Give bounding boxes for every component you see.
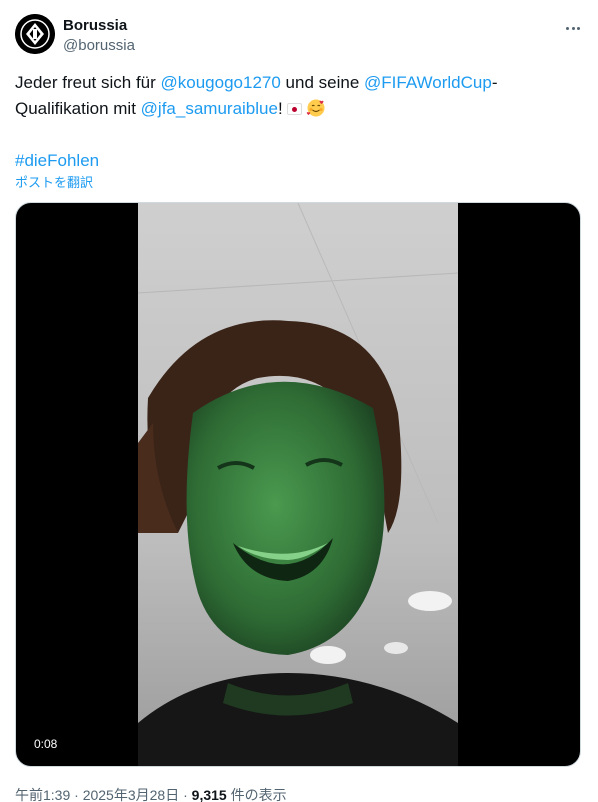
post-metadata: 午前1:39 · 2025年3月28日 · 9,315 件の表示: [15, 786, 287, 802]
video-frame[interactable]: [138, 203, 458, 766]
smiling-face-with-hearts-icon: [306, 99, 325, 117]
mention-jfa-samuraiblue[interactable]: @jfa_samuraiblue: [141, 99, 278, 118]
more-horizontal-icon[interactable]: [561, 16, 585, 40]
author-names: Borussia @borussia: [63, 16, 135, 56]
video-player[interactable]: 0:08: [15, 202, 581, 767]
video-timecode: 0:08: [28, 734, 64, 754]
tweet-header: Borussia @borussia: [15, 14, 585, 58]
tweet-line-3: #dieFohlen: [15, 148, 575, 174]
tweet-line-2: Qualifikation mit @jfa_samuraiblue!: [15, 96, 575, 122]
borussia-crest-icon[interactable]: [15, 14, 55, 54]
view-count: 9,315: [191, 787, 227, 802]
mention-fifaworldcup[interactable]: @FIFAWorldCup: [364, 73, 492, 92]
separator: ·: [70, 787, 83, 802]
text-segment: -: [491, 73, 498, 92]
tweet-text: Jeder freut sich für @kougogo1270 und se…: [15, 70, 575, 174]
post-time[interactable]: 午前1:39: [15, 787, 70, 802]
hashtag-diefohlen[interactable]: #dieFohlen: [15, 151, 99, 170]
translate-post-link[interactable]: ポストを翻訳: [15, 175, 93, 191]
author-display-name[interactable]: Borussia: [63, 16, 135, 36]
text-segment: !: [277, 99, 283, 118]
text-segment: und seine: [280, 73, 365, 92]
tweet-line-1: Jeder freut sich für @kougogo1270 und se…: [15, 70, 575, 96]
japan-flag-icon: [286, 103, 302, 115]
author-handle[interactable]: @borussia: [63, 36, 135, 56]
text-segment: Jeder freut sich für: [15, 73, 161, 92]
view-count-label: 件の表示: [226, 787, 287, 802]
mention-kougogo1270[interactable]: @kougogo1270: [161, 73, 281, 92]
post-date[interactable]: 2025年3月28日: [83, 787, 180, 802]
text-segment: Qualifikation mit: [15, 99, 141, 118]
separator: ·: [179, 787, 192, 802]
